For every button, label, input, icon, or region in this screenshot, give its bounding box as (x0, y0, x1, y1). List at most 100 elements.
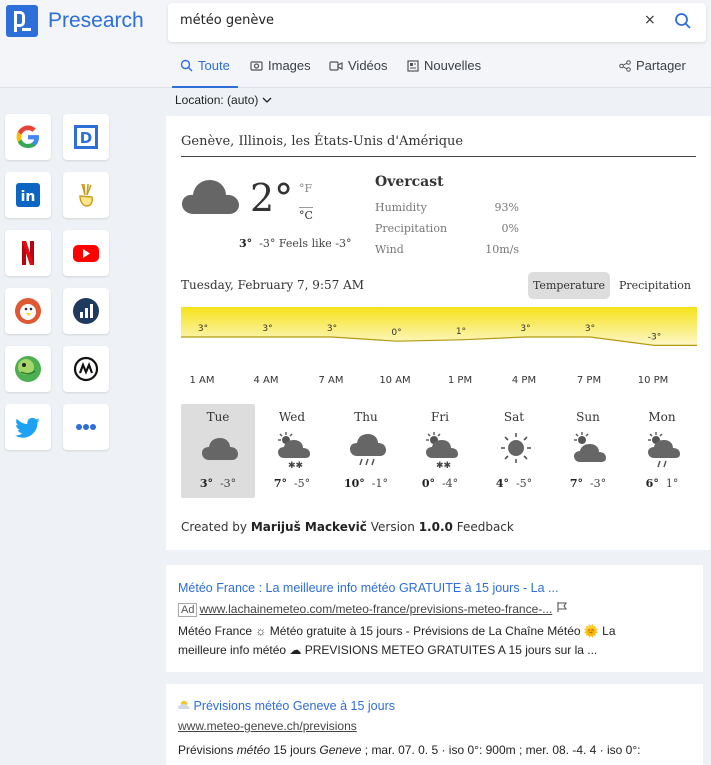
day-temps: 3° -3° (181, 477, 255, 490)
frog-icon (15, 356, 41, 382)
tab-label: Vidéos (348, 58, 388, 73)
clear-search-button[interactable]: × (644, 12, 656, 28)
result-snippet: Prévisions météo 15 jours Geneve ; mar. … (178, 741, 683, 760)
tab-label: Nouvelles (424, 58, 482, 73)
angellist-icon (79, 183, 93, 207)
hourly-temp-label: 1° (456, 327, 466, 337)
day-low: -3° (219, 477, 237, 490)
hour-label: 7 AM (318, 375, 344, 386)
provider-netflix[interactable] (5, 230, 51, 276)
credit-version: 1.0.0 (418, 520, 453, 534)
share-button[interactable]: Partager (619, 58, 686, 73)
result-url: Ad www.lachainemeteo.com/meteo-france/pre… (178, 601, 568, 617)
current-temperature: 2° (250, 176, 294, 220)
unit-fahrenheit-toggle[interactable]: °F (299, 182, 312, 195)
result-title-row[interactable]: Prévisions météo Geneve à 15 jours (178, 699, 395, 713)
sun-cloud-snow-icon: ✱✱ (426, 432, 458, 470)
header: Presearch × Toute Images Vidéos Nouvelle… (0, 0, 711, 88)
forecast-day-thu[interactable]: Thu 10° -1° (329, 404, 403, 498)
provider-frog[interactable] (5, 346, 51, 392)
result-url-link[interactable]: www.meteo-geneve.ch/previsions (178, 719, 357, 733)
search-result: Prévisions météo Geneve à 15 jours www.m… (166, 684, 703, 765)
provider-more[interactable] (63, 404, 109, 450)
ad-badge: Ad (178, 603, 198, 617)
svg-text:in: in (21, 189, 36, 205)
provider-duckduckgo[interactable] (5, 288, 51, 334)
sun-cloud-rain-icon (648, 432, 680, 468)
provider-angellist[interactable] (63, 172, 109, 218)
coinranking-icon (73, 298, 99, 324)
svg-text:✱✱: ✱✱ (288, 461, 303, 470)
unit-celsius-toggle[interactable]: °C (299, 207, 313, 222)
tab-videos[interactable]: Vidéos (329, 58, 388, 73)
hour-label: 7 PM (576, 375, 602, 386)
day-name: Tue (206, 410, 230, 424)
search-tabs: Toute Images Vidéos Nouvelles Partager (168, 46, 698, 88)
day-high: 6° (645, 477, 659, 490)
stat-label: Wind (375, 243, 404, 256)
provider-twitter[interactable] (5, 404, 51, 450)
forecast-day-fri[interactable]: Fri ✱✱ 0° -4° (403, 404, 477, 498)
provider-coinranking[interactable] (63, 288, 109, 334)
day-temps: 7° -5° (255, 477, 329, 490)
day-low: -5° (293, 477, 311, 490)
result-snippet: Météo France ☼ Météo gratuite à 15 jours… (178, 622, 683, 660)
day-temps: 0° -4° (403, 477, 477, 490)
dictionary-icon: D (74, 125, 98, 149)
search-input[interactable] (180, 13, 630, 28)
snippet-line: Météo France ☼ Météo gratuite à 15 jours… (178, 624, 616, 638)
stat-wind: Wind 10m/s (375, 243, 519, 256)
day-low: -4° (441, 477, 459, 490)
day-name: Sat (503, 410, 525, 424)
feels-high: 3° (239, 237, 253, 250)
day-temps: 10° -1° (329, 477, 403, 490)
stat-label: Humidity (375, 201, 427, 214)
provider-linkedin[interactable]: in (5, 172, 51, 218)
forecast-day-tue[interactable]: Tue 3° -3° (181, 404, 255, 498)
provider-dictionary[interactable]: D (63, 114, 109, 160)
weather-condition: Overcast (375, 174, 444, 190)
coinmarketcap-icon (73, 356, 99, 382)
precipitation-toggle-button[interactable]: Precipitation (616, 272, 694, 299)
cloud-icon (182, 180, 239, 214)
provider-google[interactable] (5, 114, 51, 160)
location-label: Location: (auto) (175, 93, 259, 107)
result-url-link[interactable]: www.lachainemeteo.com/meteo-france/previ… (199, 602, 552, 616)
provider-coinmarketcap[interactable] (63, 346, 109, 392)
hour-label: 1 AM (189, 375, 215, 386)
flag-icon[interactable] (556, 601, 568, 613)
search-button[interactable] (674, 12, 692, 34)
hour-label: 10 AM (379, 375, 411, 386)
day-low: -5° (515, 477, 533, 490)
forecast-day-sun[interactable]: Sun 7° -3° (551, 404, 625, 498)
forecast-day-mon[interactable]: Mon 6° 1° (625, 404, 699, 498)
logo[interactable]: Presearch (6, 5, 144, 37)
netflix-icon (22, 241, 34, 265)
day-temps: 4° -5° (477, 477, 551, 490)
tab-images[interactable]: Images (250, 58, 311, 73)
stat-humidity: Humidity 93% (375, 201, 519, 214)
forecast-day-wed[interactable]: Wed ✱✱ 7° -5° (255, 404, 329, 498)
result-title[interactable]: Météo France : La meilleure info météo G… (178, 581, 558, 595)
hourly-temperature-chart: 3° 3° 3° 0° 1° 3° 3° -3° (181, 307, 697, 346)
share-label: Partager (636, 58, 686, 73)
tab-news[interactable]: Nouvelles (407, 58, 481, 73)
day-high: 10° (343, 477, 365, 490)
snippet-highlight: météo (236, 743, 271, 757)
location-selector[interactable]: Location: (auto) (175, 93, 272, 107)
logo-text: Presearch (48, 9, 144, 32)
share-icon (619, 59, 631, 72)
stat-value: 10m/s (485, 243, 519, 256)
day-name: Fri (431, 410, 449, 424)
search-result-ad: Météo France : La meilleure info météo G… (166, 565, 703, 672)
day-temps: 7° -3° (551, 477, 625, 490)
day-low: 1° (665, 477, 679, 490)
forecast-day-sat[interactable]: Sat 4° -5° (477, 404, 551, 498)
search-icon (180, 59, 193, 72)
feedback-link[interactable]: Feedback (457, 520, 514, 534)
provider-youtube[interactable] (63, 230, 109, 276)
tab-all[interactable]: Toute (180, 58, 230, 73)
temperature-toggle-button[interactable]: Temperature (528, 272, 610, 299)
newspaper-icon (407, 59, 419, 72)
credit-author[interactable]: Marijuš Mackevič (251, 520, 367, 534)
